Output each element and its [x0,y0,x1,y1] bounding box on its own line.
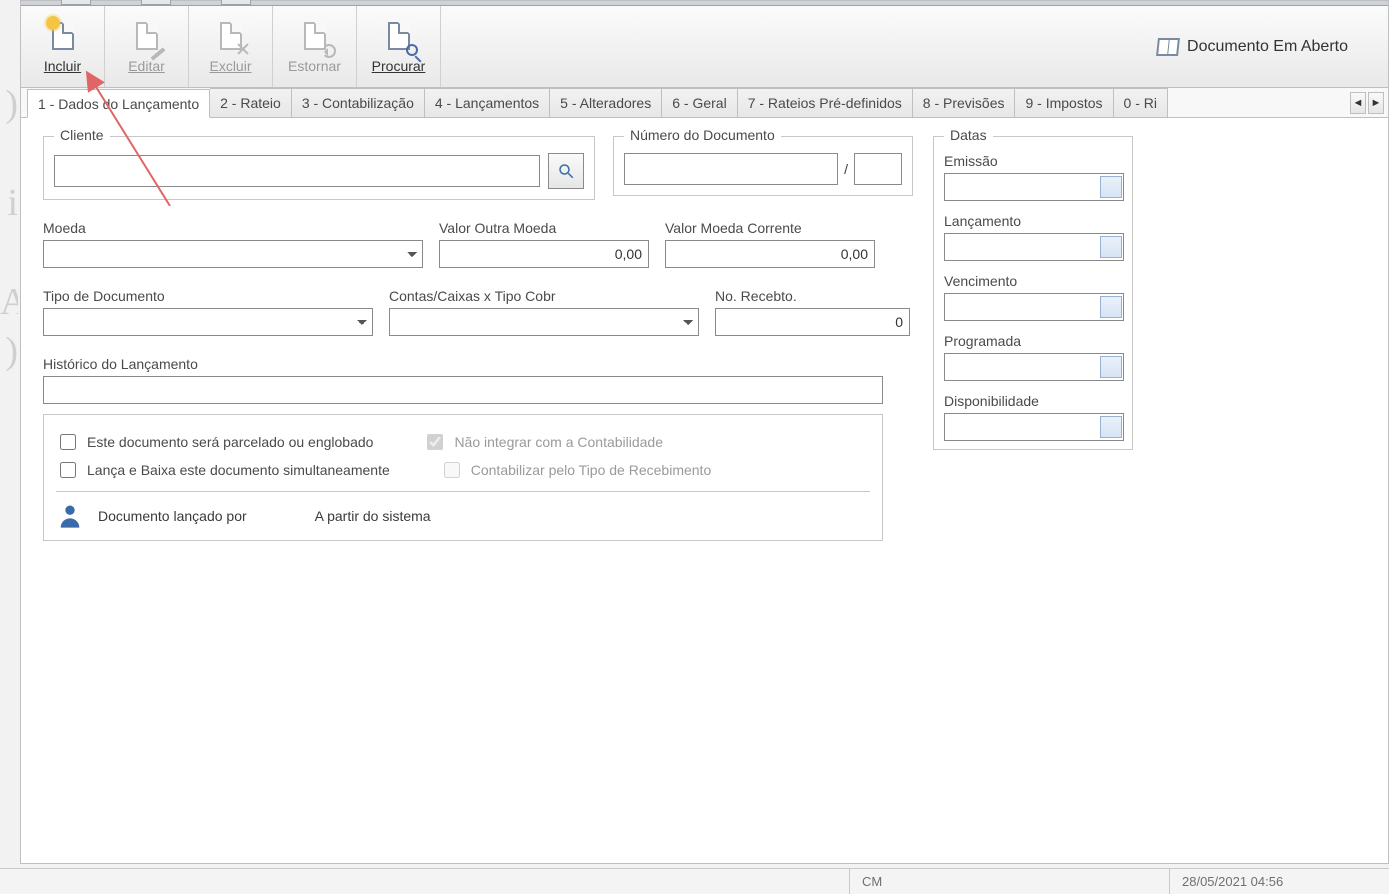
moeda-select[interactable] [43,240,423,268]
emissao-label: Emissão [944,153,1122,169]
chk-contab-tipo: Contabilizar pelo Tipo de Recebimento [440,459,711,481]
contas-caixas-label: Contas/Caixas x Tipo Cobr [389,288,699,304]
tab-rateios-pre[interactable]: 7 - Rateios Pré-definidos [738,88,913,117]
tab-scroll-controls: ◄ ► [1348,88,1388,117]
tipo-documento-label: Tipo de Documento [43,288,373,304]
tipo-documento-select[interactable] [43,308,373,336]
moeda-label: Moeda [43,220,423,236]
emissao-input[interactable] [944,173,1124,201]
datas-group: Datas Emissão Lançamento [933,136,1133,450]
contas-caixas-select[interactable] [389,308,699,336]
editar-button[interactable]: Editar [105,6,189,87]
tab-previsoes[interactable]: 8 - Previsões [913,88,1016,117]
chk-parcelado[interactable]: Este documento será parcelado ou engloba… [56,431,373,453]
disponibilidade-input[interactable] [944,413,1124,441]
tab-scroll-right[interactable]: ► [1368,92,1384,114]
estornar-button[interactable]: Estornar [273,6,357,87]
search-document-icon [382,20,416,54]
numero-documento-suffix-input[interactable] [854,153,902,185]
programada-label: Programada [944,333,1122,349]
tab-rateio[interactable]: 2 - Rateio [210,88,292,117]
tab-impostos[interactable]: 9 - Impostos [1015,88,1113,117]
app-window: Incluir Editar Excluir Estornar Procurar… [20,0,1389,864]
incluir-label: Incluir [44,58,81,74]
cliente-group: Cliente [43,136,595,200]
tab-lancamentos[interactable]: 4 - Lançamentos [425,88,550,117]
tab-dados-lancamento[interactable]: 1 - Dados do Lançamento [27,89,210,118]
incluir-button[interactable]: Incluir [21,6,105,87]
document-status-label: Documento Em Aberto [1187,38,1348,56]
chk-lanca-baixa-input[interactable] [60,462,76,478]
excluir-button[interactable]: Excluir [189,6,273,87]
delete-document-icon [214,20,248,54]
estornar-label: Estornar [288,58,341,74]
lancado-por-label: Documento lançado por [98,508,247,524]
tab-alteradores[interactable]: 5 - Alteradores [550,88,662,117]
status-mode: CM [849,869,1169,894]
chk-nao-integrar-input [427,434,443,450]
historico-input[interactable] [43,376,883,404]
numero-documento-group: Número do Documento / [613,136,913,196]
status-bar: CM 28/05/2021 04:56 [0,868,1389,894]
procurar-button[interactable]: Procurar [357,6,441,87]
tab-overflow[interactable]: 0 - Ri [1114,88,1168,117]
historico-label: Histórico do Lançamento [43,356,883,372]
chk-parcelado-label: Este documento será parcelado ou engloba… [87,434,373,450]
lancamento-label: Lançamento [944,213,1122,229]
cliente-search-button[interactable] [548,153,584,189]
valor-moeda-corrente-label: Valor Moeda Corrente [665,220,875,236]
programada-input[interactable] [944,353,1124,381]
valor-outra-moeda-label: Valor Outra Moeda [439,220,649,236]
chk-contab-tipo-input [444,462,460,478]
datas-legend: Datas [944,127,993,143]
tab-scroll-left[interactable]: ◄ [1350,92,1366,114]
valor-moeda-corrente-input[interactable] [665,240,875,268]
numero-documento-separator: / [844,161,848,177]
tab-contabilizacao[interactable]: 3 - Contabilização [292,88,425,117]
tab-geral[interactable]: 6 - Geral [662,88,737,117]
tab-bar: 1 - Dados do Lançamento 2 - Rateio 3 - C… [21,88,1388,118]
excluir-label: Excluir [209,58,251,74]
search-icon [557,162,575,180]
chk-contab-tipo-label: Contabilizar pelo Tipo de Recebimento [471,462,711,478]
editar-label: Editar [128,58,165,74]
numero-documento-input[interactable] [624,153,838,185]
ghost-left-text: )iA) [0,80,18,864]
cliente-legend: Cliente [54,127,110,143]
vencimento-input[interactable] [944,293,1124,321]
chk-lanca-baixa-label: Lança e Baixa este documento simultaneam… [87,462,390,478]
status-datetime: 28/05/2021 04:56 [1169,869,1389,894]
numero-documento-legend: Número do Documento [624,127,781,143]
open-book-icon [1156,38,1180,56]
document-status: Documento Em Aberto [1157,6,1388,87]
chk-nao-integrar-label: Não integrar com a Contabilidade [454,434,663,450]
no-recebto-label: No. Recebto. [715,288,910,304]
disponibilidade-label: Disponibilidade [944,393,1122,409]
reverse-document-icon [298,20,332,54]
main-toolbar: Incluir Editar Excluir Estornar Procurar… [21,6,1388,88]
valor-outra-moeda-input[interactable] [439,240,649,268]
new-document-icon [46,20,80,54]
no-recebto-input[interactable] [715,308,910,336]
chk-lanca-baixa[interactable]: Lança e Baixa este documento simultaneam… [56,459,390,481]
edit-document-icon [130,20,164,54]
vencimento-label: Vencimento [944,273,1122,289]
cliente-input[interactable] [54,155,540,187]
form-body: Cliente Número do Documento / [21,118,1388,863]
chk-nao-integrar: Não integrar com a Contabilidade [423,431,663,453]
chk-parcelado-input[interactable] [60,434,76,450]
lancado-por-value: A partir do sistema [315,508,431,524]
lancamento-input[interactable] [944,233,1124,261]
user-icon [56,502,84,530]
